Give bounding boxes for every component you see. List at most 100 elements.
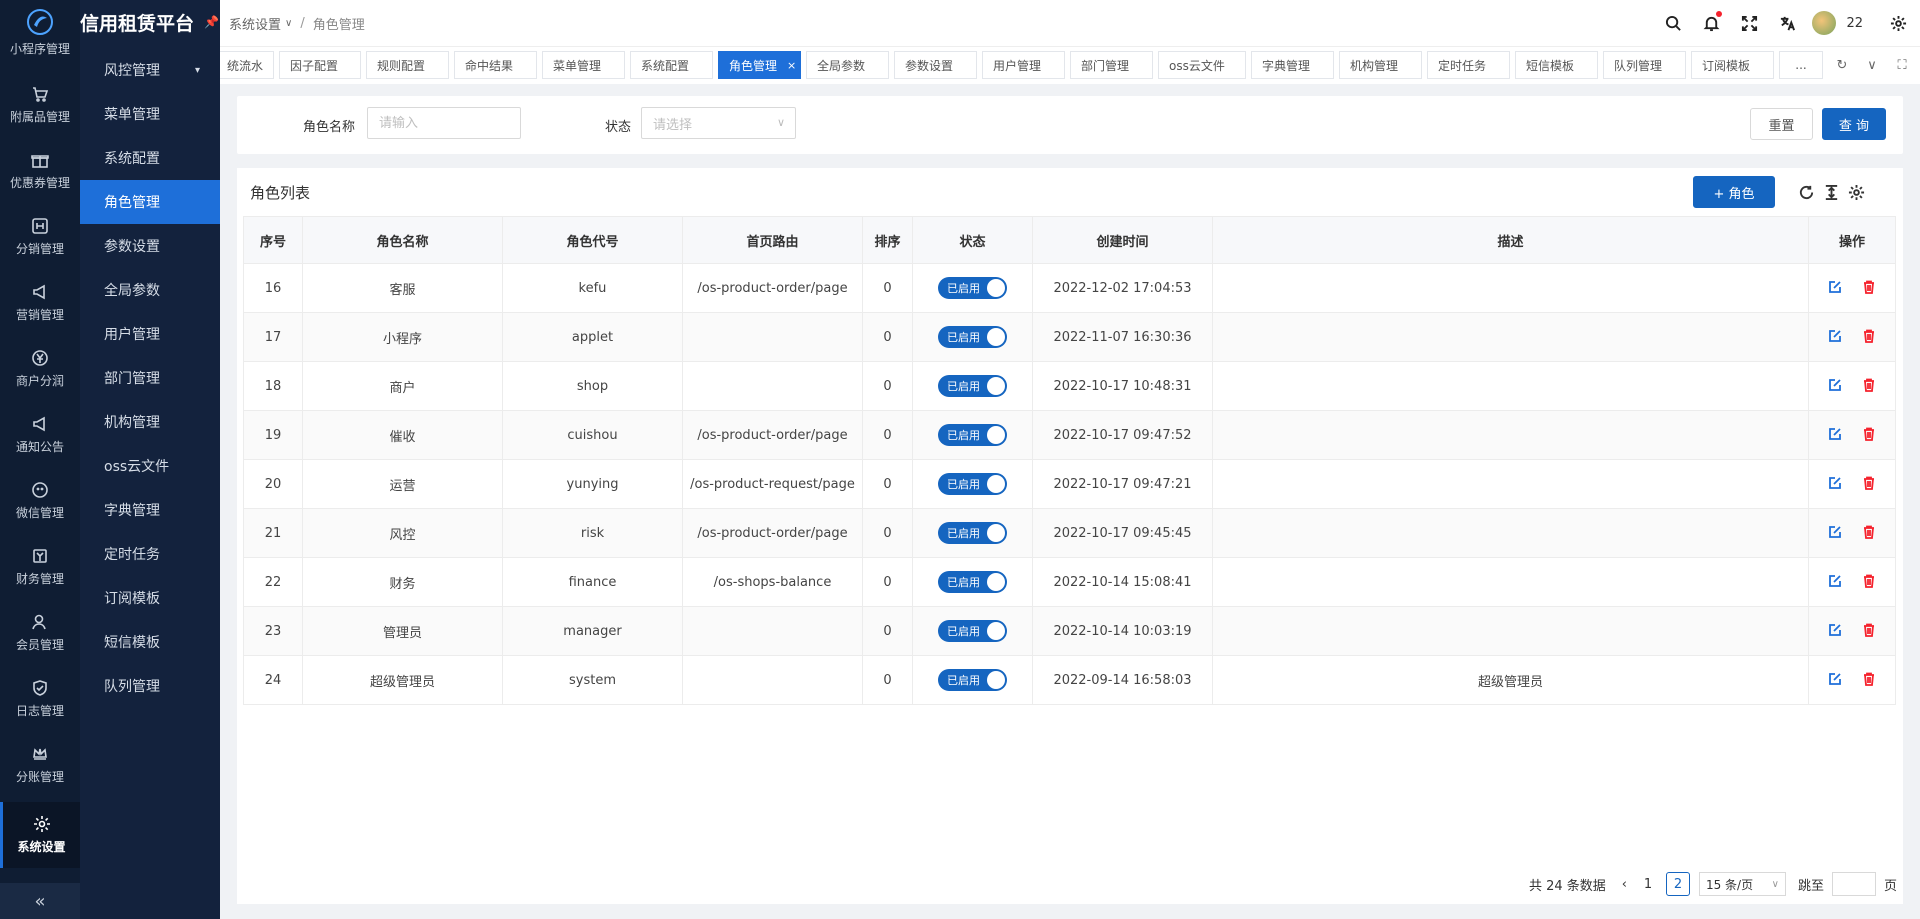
column-settings-icon[interactable] <box>1846 182 1866 202</box>
avatar[interactable] <box>1812 11 1837 35</box>
role-name-input[interactable] <box>367 107 521 139</box>
tab-params[interactable]: 参数设置 <box>894 51 977 79</box>
edit-icon[interactable] <box>1827 524 1843 540</box>
jump-page-input[interactable] <box>1831 872 1876 896</box>
column-height-icon[interactable] <box>1821 182 1841 202</box>
sidebar-item-org[interactable]: 机构管理 <box>80 400 220 444</box>
delete-icon[interactable] <box>1861 671 1877 687</box>
delete-icon[interactable] <box>1861 377 1877 393</box>
tab-org[interactable]: 机构管理 <box>1339 51 1422 79</box>
status-switch[interactable]: 已启用 <box>938 522 1007 544</box>
chevron-down-icon[interactable]: ∨ <box>1857 51 1887 79</box>
sidebar-item-cron[interactable]: 定时任务 <box>80 532 220 576</box>
reset-button[interactable]: 重置 <box>1750 108 1813 140</box>
status-switch[interactable]: 已启用 <box>938 571 1007 593</box>
tab-factor[interactable]: 因子配置 <box>279 51 361 79</box>
delete-icon[interactable] <box>1861 524 1877 540</box>
fullscreen-icon[interactable] <box>1739 13 1759 33</box>
sidebar-item-dept[interactable]: 部门管理 <box>80 356 220 400</box>
rail-item-distribution[interactable]: 分销管理 <box>0 204 80 270</box>
refresh-icon[interactable] <box>1796 182 1816 202</box>
edit-icon[interactable] <box>1827 377 1843 393</box>
tab-sys-config[interactable]: 系统配置 <box>630 51 713 79</box>
status-switch[interactable]: 已启用 <box>938 473 1007 495</box>
status-select[interactable]: 请选择 ∨ <box>641 107 796 139</box>
rail-item-mini-program[interactable]: 小程序管理 <box>0 24 80 72</box>
status-switch[interactable]: 已启用 <box>938 669 1007 691</box>
sidebar-item-subscribe[interactable]: 订阅模板 <box>80 576 220 620</box>
bell-icon[interactable] <box>1701 11 1723 33</box>
sidebar-item-sms[interactable]: 短信模板 <box>80 620 220 664</box>
sidebar-item-queue[interactable]: 队列管理 <box>80 664 220 708</box>
breadcrumb-parent[interactable]: 系统设置 <box>229 14 281 33</box>
rail-item-merchant-profit[interactable]: 商户分润 <box>0 336 80 402</box>
page-2-button[interactable]: 2 <box>1665 872 1690 896</box>
delete-icon[interactable] <box>1861 279 1877 295</box>
edit-icon[interactable] <box>1827 671 1843 687</box>
status-switch[interactable]: 已启用 <box>938 375 1007 397</box>
maximize-icon[interactable]: ⛶ <box>1887 51 1917 79</box>
tab-oss[interactable]: oss云文件 <box>1158 51 1246 79</box>
page-1-button[interactable]: 1 <box>1636 872 1660 896</box>
edit-icon[interactable] <box>1827 475 1843 491</box>
refresh-tabs-icon[interactable]: ↻ <box>1827 51 1857 79</box>
collapse-sidebar-button[interactable]: « <box>0 883 80 919</box>
sidebar-item-params[interactable]: 参数设置 <box>80 224 220 268</box>
tab-subscribe[interactable]: 订阅模板 <box>1691 51 1774 79</box>
tab-users[interactable]: 用户管理 <box>982 51 1065 79</box>
tab-hit-result[interactable]: 命中结果 <box>454 51 537 79</box>
translate-icon[interactable] <box>1777 13 1797 33</box>
rail-item-log[interactable]: 日志管理 <box>0 666 80 732</box>
rail-item-accessory[interactable]: 附属品管理 <box>0 72 80 138</box>
delete-icon[interactable] <box>1861 622 1877 638</box>
search-icon[interactable] <box>1663 13 1683 33</box>
pin-icon[interactable]: 📌 <box>204 15 219 29</box>
rail-item-member[interactable]: 会员管理 <box>0 600 80 666</box>
add-role-button[interactable]: + 角色 <box>1693 176 1775 208</box>
delete-icon[interactable] <box>1861 573 1877 589</box>
tab-flow[interactable]: 统流水 <box>220 51 274 79</box>
sidebar-item-global-params[interactable]: 全局参数 <box>80 268 220 312</box>
sidebar-item-sys-config[interactable]: 系统配置 <box>80 136 220 180</box>
prev-page-icon[interactable]: ‹ <box>1622 877 1627 892</box>
tab-cron[interactable]: 定时任务 <box>1427 51 1510 79</box>
tab-rule[interactable]: 规则配置 <box>366 51 449 79</box>
sidebar-item-dict[interactable]: 字典管理 <box>80 488 220 532</box>
rail-item-wechat[interactable]: 微信管理 <box>0 468 80 534</box>
delete-icon[interactable] <box>1861 426 1877 442</box>
user-name[interactable]: 22 <box>1846 16 1863 31</box>
delete-icon[interactable] <box>1861 475 1877 491</box>
tab-dept[interactable]: 部门管理 <box>1070 51 1153 79</box>
sidebar-item-users[interactable]: 用户管理 <box>80 312 220 356</box>
tab-queue[interactable]: 队列管理 <box>1603 51 1686 79</box>
query-button[interactable]: 查 询 <box>1822 108 1886 140</box>
tab-dict[interactable]: 字典管理 <box>1251 51 1334 79</box>
settings-gear-icon[interactable] <box>1888 13 1908 33</box>
edit-icon[interactable] <box>1827 573 1843 589</box>
edit-icon[interactable] <box>1827 328 1843 344</box>
tab-role[interactable]: 角色管理 × <box>718 51 801 79</box>
page-size-select[interactable]: 15 条/页 ∨ <box>1698 872 1786 896</box>
sidebar-item-role[interactable]: 角色管理 <box>80 180 220 224</box>
edit-icon[interactable] <box>1827 426 1843 442</box>
status-switch[interactable]: 已启用 <box>938 326 1007 348</box>
status-switch[interactable]: 已启用 <box>938 620 1007 642</box>
tab-global-params[interactable]: 全局参数 <box>806 51 889 79</box>
sidebar-item-risk[interactable]: 风控管理 ▾ <box>80 48 220 92</box>
status-switch[interactable]: 已启用 <box>938 424 1007 446</box>
status-switch[interactable]: 已启用 <box>938 277 1007 299</box>
edit-icon[interactable] <box>1827 622 1843 638</box>
rail-item-system-settings[interactable]: 系统设置 <box>0 802 80 868</box>
rail-item-finance[interactable]: 财务管理 <box>0 534 80 600</box>
rail-item-split-account[interactable]: 分账管理 <box>0 732 80 798</box>
rail-item-notice[interactable]: 通知公告 <box>0 402 80 468</box>
close-icon[interactable]: × <box>787 59 796 72</box>
sidebar-item-oss[interactable]: oss云文件 <box>80 444 220 488</box>
tab-more-button[interactable]: ... <box>1779 51 1823 79</box>
rail-item-coupon[interactable]: 优惠券管理 <box>0 138 80 204</box>
tab-sms[interactable]: 短信模板 <box>1515 51 1598 79</box>
tab-menu[interactable]: 菜单管理 <box>542 51 625 79</box>
delete-icon[interactable] <box>1861 328 1877 344</box>
rail-item-marketing[interactable]: 营销管理 <box>0 270 80 336</box>
edit-icon[interactable] <box>1827 279 1843 295</box>
